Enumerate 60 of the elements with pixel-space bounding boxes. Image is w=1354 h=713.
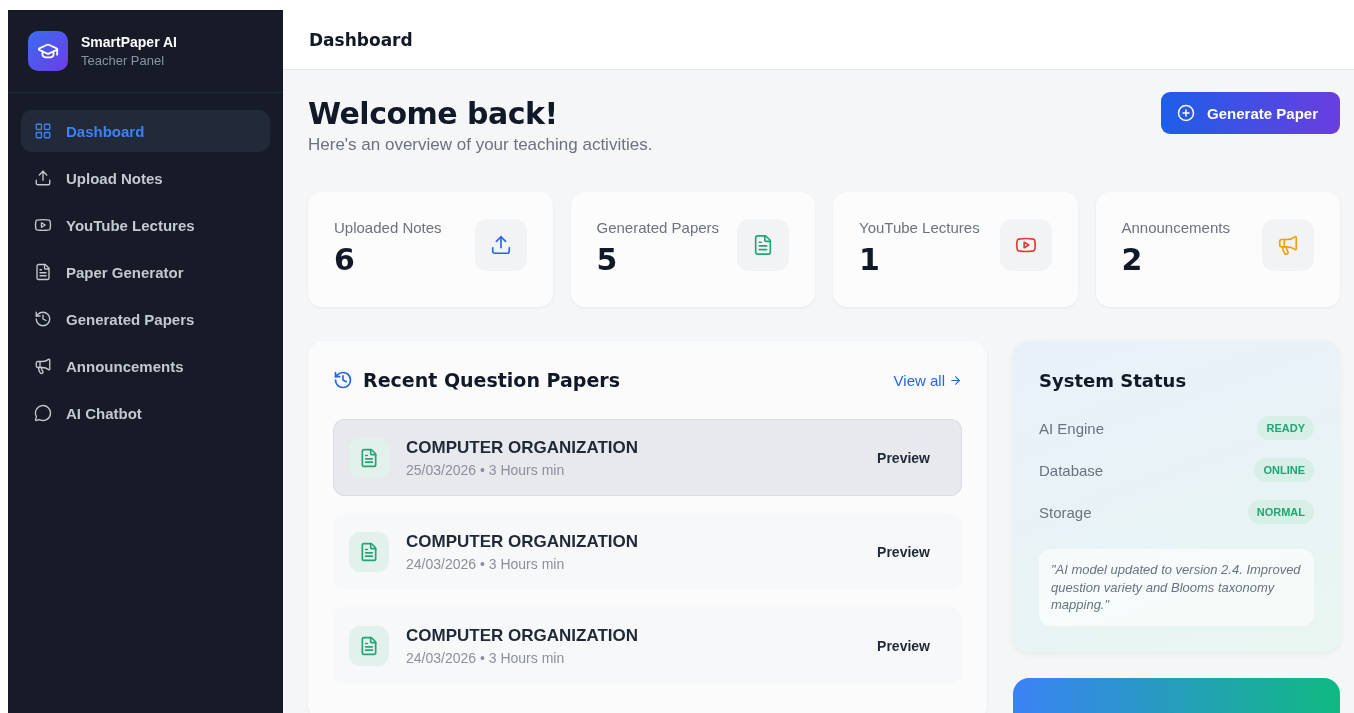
card-title: Recent Question Papers xyxy=(363,369,620,391)
grid-icon xyxy=(34,122,52,140)
welcome-heading: Welcome back! xyxy=(308,96,559,131)
stat-value: 6 xyxy=(334,242,356,277)
status-badge: ONLINE xyxy=(1254,458,1314,482)
document-icon xyxy=(349,437,389,478)
chat-bubble-icon xyxy=(34,404,52,422)
document-icon xyxy=(349,625,389,666)
welcome-subtitle: Here's an overview of your teaching activities. xyxy=(308,135,653,155)
graduation-cap-logo xyxy=(28,31,68,71)
sidebar-item[interactable]: Paper Generator xyxy=(21,251,270,293)
stat-value: 2 xyxy=(1121,242,1144,277)
card-title: System Status xyxy=(1039,370,1188,391)
brand-title: SmartPaper AI xyxy=(81,34,177,50)
history-icon xyxy=(34,310,52,328)
sidebar-item[interactable]: AI Chatbot xyxy=(21,392,270,434)
stat-value: 5 xyxy=(596,242,619,277)
status-label: Storage xyxy=(1039,503,1092,521)
paper-meta: 25/03/2026 • 3 Hours min xyxy=(406,461,566,478)
view-all-link[interactable]: View all xyxy=(893,371,962,389)
preview-button[interactable]: Preview xyxy=(871,636,936,655)
document-icon xyxy=(752,234,774,256)
paper-row[interactable]: COMPUTER ORGANIZATION 24/03/2026 • 3 Hours min Preview xyxy=(333,513,962,590)
upload-icon xyxy=(489,234,512,256)
page-title: Dashboard xyxy=(309,29,413,50)
status-badge: NORMAL xyxy=(1247,500,1314,524)
sidebar-item[interactable]: Generated Papers xyxy=(21,298,270,340)
document-icon xyxy=(349,531,389,572)
play-icon xyxy=(34,216,52,234)
generate-paper-button[interactable]: Generate Paper xyxy=(1161,92,1340,134)
update-note: "AI model updated to version 2.4. Improved question variety and Blooms taxonomy mapping." xyxy=(1039,549,1314,626)
stat-label: YouTube Lectures xyxy=(859,219,980,236)
megaphone-icon xyxy=(34,357,52,375)
paper-row[interactable]: COMPUTER ORGANIZATION 25/03/2026 • 3 Hours min Preview xyxy=(333,419,962,496)
stat-label: Generated Papers xyxy=(596,219,720,236)
arrow-right-icon xyxy=(949,373,962,387)
stat-label: Uploaded Notes xyxy=(334,219,442,236)
brand-subtitle: Teacher Panel xyxy=(81,53,166,68)
status-label: Database xyxy=(1039,461,1104,479)
paper-title: COMPUTER ORGANIZATION xyxy=(406,531,638,552)
stat-value: 1 xyxy=(859,242,881,277)
document-icon xyxy=(34,263,52,281)
paper-title: COMPUTER ORGANIZATION xyxy=(406,625,638,646)
paper-meta: 24/03/2026 • 3 Hours min xyxy=(406,555,566,572)
sidebar-item[interactable]: YouTube Lectures xyxy=(21,204,270,246)
megaphone-icon xyxy=(1277,234,1299,256)
preview-button[interactable]: Preview xyxy=(871,542,936,561)
history-icon xyxy=(333,370,353,390)
status-label: AI Engine xyxy=(1039,419,1105,437)
stat-label: Announcements xyxy=(1121,219,1230,236)
preview-button[interactable]: Preview xyxy=(871,448,936,467)
paper-title: COMPUTER ORGANIZATION xyxy=(406,437,638,458)
status-badge: READY xyxy=(1257,416,1314,440)
paper-meta: 24/03/2026 • 3 Hours min xyxy=(406,649,566,666)
paper-row[interactable]: COMPUTER ORGANIZATION 24/03/2026 • 3 Hours min Preview xyxy=(333,607,962,684)
sidebar-item[interactable]: Upload Notes xyxy=(21,157,270,199)
sidebar-item[interactable]: Dashboard xyxy=(21,110,270,152)
plus-circle-icon xyxy=(1177,104,1196,122)
sidebar-item[interactable]: Announcements xyxy=(21,345,270,387)
upload-icon xyxy=(34,169,52,187)
